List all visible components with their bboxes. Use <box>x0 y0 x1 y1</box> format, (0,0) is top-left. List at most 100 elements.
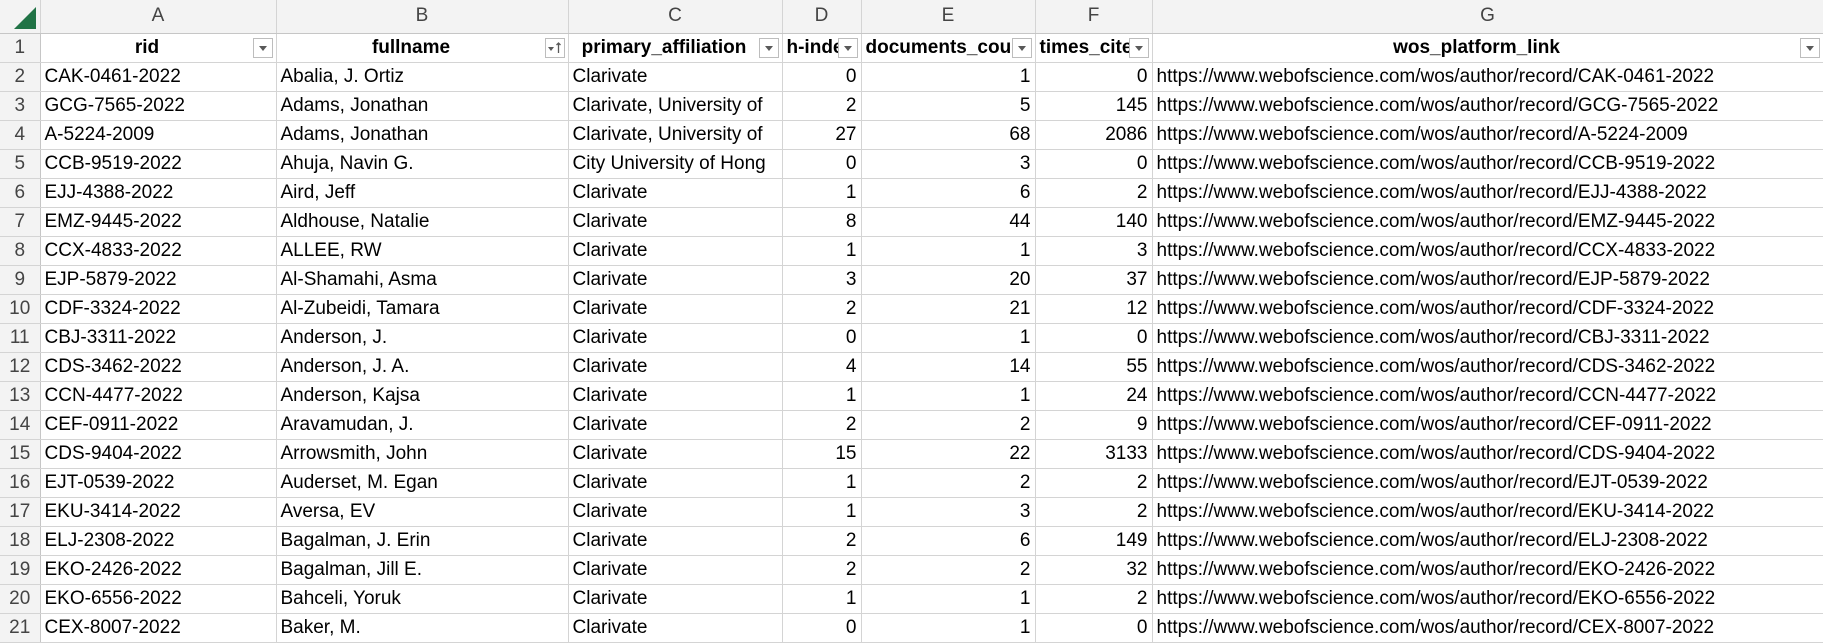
cell-a[interactable]: A-5224-2009 <box>40 120 277 150</box>
column-header-g[interactable]: G <box>1152 0 1823 34</box>
cell-g[interactable]: https://www.webofscience.com/wos/author/… <box>1152 323 1823 353</box>
cell-d[interactable]: 1 <box>782 468 862 498</box>
cell-f[interactable]: 0 <box>1035 149 1153 179</box>
row-number[interactable]: 11 <box>0 323 41 353</box>
cell-d[interactable]: 1 <box>782 381 862 411</box>
cell-g[interactable]: https://www.webofscience.com/wos/author/… <box>1152 439 1823 469</box>
cell-b[interactable]: Auderset, M. Egan <box>276 468 569 498</box>
cell-f[interactable]: 12 <box>1035 294 1153 324</box>
cell-g[interactable]: https://www.webofscience.com/wos/author/… <box>1152 381 1823 411</box>
cell-f[interactable]: 55 <box>1035 352 1153 382</box>
cell-f[interactable]: 2 <box>1035 584 1153 614</box>
column-header-c[interactable]: C <box>568 0 783 34</box>
header-cell-c[interactable]: primary_affiliation <box>568 33 783 63</box>
row-number[interactable]: 7 <box>0 207 41 237</box>
cell-e[interactable]: 20 <box>861 265 1036 295</box>
cell-c[interactable]: Clarivate <box>568 439 783 469</box>
cell-a[interactable]: CEX-8007-2022 <box>40 613 277 643</box>
cell-g[interactable]: https://www.webofscience.com/wos/author/… <box>1152 352 1823 382</box>
cell-e[interactable]: 1 <box>861 62 1036 92</box>
cell-f[interactable]: 9 <box>1035 410 1153 440</box>
row-number[interactable]: 18 <box>0 526 41 556</box>
header-cell-e[interactable]: documents_count <box>861 33 1036 63</box>
cell-a[interactable]: CCB-9519-2022 <box>40 149 277 179</box>
cell-a[interactable]: CBJ-3311-2022 <box>40 323 277 353</box>
column-header-b[interactable]: B <box>276 0 569 34</box>
cell-f[interactable]: 149 <box>1035 526 1153 556</box>
cell-d[interactable]: 4 <box>782 352 862 382</box>
cell-e[interactable]: 1 <box>861 584 1036 614</box>
cell-f[interactable]: 2 <box>1035 178 1153 208</box>
cell-f[interactable]: 0 <box>1035 613 1153 643</box>
cell-g[interactable]: https://www.webofscience.com/wos/author/… <box>1152 410 1823 440</box>
cell-a[interactable]: GCG-7565-2022 <box>40 91 277 121</box>
cell-g[interactable]: https://www.webofscience.com/wos/author/… <box>1152 468 1823 498</box>
cell-g[interactable]: https://www.webofscience.com/wos/author/… <box>1152 294 1823 324</box>
filter-dropdown-button[interactable] <box>837 37 858 58</box>
cell-f[interactable]: 2 <box>1035 497 1153 527</box>
cell-e[interactable]: 22 <box>861 439 1036 469</box>
cell-e[interactable]: 6 <box>861 178 1036 208</box>
cell-a[interactable]: EKU-3414-2022 <box>40 497 277 527</box>
filter-dropdown-button[interactable] <box>1128 37 1149 58</box>
cell-a[interactable]: EKO-6556-2022 <box>40 584 277 614</box>
cell-g[interactable]: https://www.webofscience.com/wos/author/… <box>1152 613 1823 643</box>
cell-d[interactable]: 0 <box>782 613 862 643</box>
cell-a[interactable]: EJJ-4388-2022 <box>40 178 277 208</box>
cell-c[interactable]: City University of Hong <box>568 149 783 179</box>
cell-g[interactable]: https://www.webofscience.com/wos/author/… <box>1152 62 1823 92</box>
cell-d[interactable]: 1 <box>782 178 862 208</box>
filter-dropdown-button[interactable] <box>252 37 273 58</box>
cell-f[interactable]: 2 <box>1035 468 1153 498</box>
row-number[interactable]: 2 <box>0 62 41 92</box>
cell-c[interactable]: Clarivate <box>568 613 783 643</box>
cell-c[interactable]: Clarivate, University of <box>568 91 783 121</box>
cell-f[interactable]: 2086 <box>1035 120 1153 150</box>
cell-g[interactable]: https://www.webofscience.com/wos/author/… <box>1152 91 1823 121</box>
cell-b[interactable]: Bahceli, Yoruk <box>276 584 569 614</box>
cell-d[interactable]: 1 <box>782 584 862 614</box>
row-number[interactable]: 1 <box>0 33 41 63</box>
cell-e[interactable]: 1 <box>861 381 1036 411</box>
cell-g[interactable]: https://www.webofscience.com/wos/author/… <box>1152 178 1823 208</box>
cell-a[interactable]: EJT-0539-2022 <box>40 468 277 498</box>
cell-d[interactable]: 0 <box>782 149 862 179</box>
cell-c[interactable]: Clarivate <box>568 410 783 440</box>
row-number[interactable]: 6 <box>0 178 41 208</box>
cell-d[interactable]: 2 <box>782 526 862 556</box>
cell-d[interactable]: 15 <box>782 439 862 469</box>
cell-f[interactable]: 32 <box>1035 555 1153 585</box>
cell-a[interactable]: EKO-2426-2022 <box>40 555 277 585</box>
cell-d[interactable]: 0 <box>782 323 862 353</box>
cell-d[interactable]: 0 <box>782 62 862 92</box>
cell-d[interactable]: 3 <box>782 265 862 295</box>
column-header-f[interactable]: F <box>1035 0 1153 34</box>
cell-d[interactable]: 2 <box>782 555 862 585</box>
cell-a[interactable]: ELJ-2308-2022 <box>40 526 277 556</box>
row-number[interactable]: 10 <box>0 294 41 324</box>
cell-b[interactable]: Aldhouse, Natalie <box>276 207 569 237</box>
cell-a[interactable]: CEF-0911-2022 <box>40 410 277 440</box>
cell-b[interactable]: Anderson, J. <box>276 323 569 353</box>
cell-a[interactable]: CDF-3324-2022 <box>40 294 277 324</box>
cell-d[interactable]: 2 <box>782 91 862 121</box>
cell-c[interactable]: Clarivate <box>568 323 783 353</box>
cell-a[interactable]: CCX-4833-2022 <box>40 236 277 266</box>
filter-dropdown-button[interactable] <box>1011 37 1032 58</box>
filter-dropdown-button[interactable] <box>758 37 779 58</box>
cell-e[interactable]: 21 <box>861 294 1036 324</box>
cell-g[interactable]: https://www.webofscience.com/wos/author/… <box>1152 265 1823 295</box>
cell-g[interactable]: https://www.webofscience.com/wos/author/… <box>1152 236 1823 266</box>
cell-b[interactable]: Al-Zubeidi, Tamara <box>276 294 569 324</box>
cell-a[interactable]: CDS-9404-2022 <box>40 439 277 469</box>
cell-b[interactable]: Aversa, EV <box>276 497 569 527</box>
row-number[interactable]: 16 <box>0 468 41 498</box>
cell-b[interactable]: Ahuja, Navin G. <box>276 149 569 179</box>
cell-d[interactable]: 8 <box>782 207 862 237</box>
cell-a[interactable]: CCN-4477-2022 <box>40 381 277 411</box>
header-cell-g[interactable]: wos_platform_link <box>1152 33 1823 63</box>
cell-c[interactable]: Clarivate <box>568 526 783 556</box>
row-number[interactable]: 20 <box>0 584 41 614</box>
cell-g[interactable]: https://www.webofscience.com/wos/author/… <box>1152 149 1823 179</box>
cell-g[interactable]: https://www.webofscience.com/wos/author/… <box>1152 526 1823 556</box>
